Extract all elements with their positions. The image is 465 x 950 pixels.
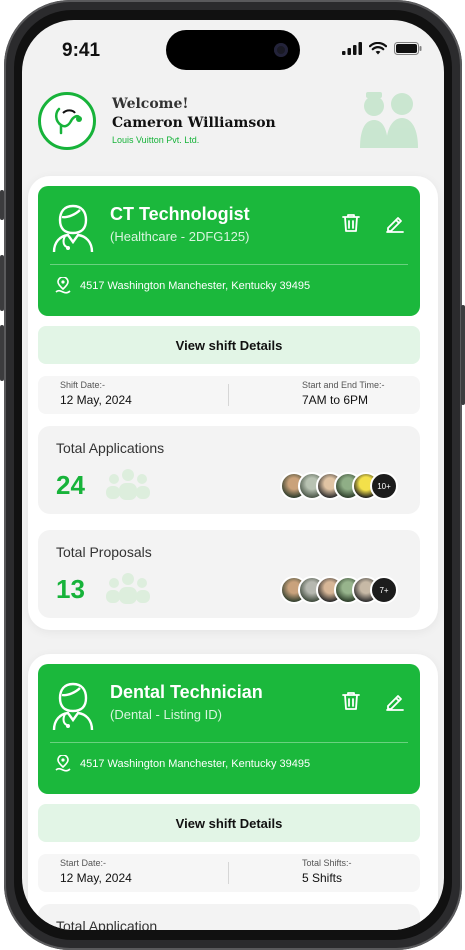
- dynamic-island: [166, 30, 300, 70]
- pencil-icon: [386, 695, 404, 711]
- start-date: Start Date:- 12 May, 2024: [60, 858, 132, 885]
- job-header[interactable]: CT Technologist (Healthcare - 2DFG125) 4…: [38, 186, 420, 316]
- job-title: CT Technologist: [110, 204, 250, 224]
- shift-time: Start and End Time:- 7AM to 6PM: [302, 380, 385, 407]
- job-title: Dental Technician: [110, 682, 263, 702]
- total-shifts: Total Shifts:- 5 Shifts: [302, 858, 352, 885]
- proposals-count: 13: [56, 574, 85, 604]
- shift-date-label: Shift Date:-: [60, 380, 106, 390]
- job-address: 4517 Washington Manchester, Kentucky 394…: [80, 280, 311, 292]
- user-name: Cameron Williamson: [112, 115, 276, 131]
- welcome-text: Welcome!: [112, 96, 189, 112]
- map-pin-icon: [55, 277, 71, 294]
- volume-down-button: [0, 325, 4, 381]
- delete-button[interactable]: [338, 688, 364, 714]
- nurse-avatar-icon: [52, 204, 94, 253]
- total-shifts-value: 5 Shifts: [302, 871, 343, 885]
- status-icons: [342, 42, 422, 55]
- more-proposals-badge: 7+: [370, 576, 398, 604]
- applications-count: 24: [56, 470, 85, 500]
- power-button: [461, 305, 465, 405]
- applications-box[interactable]: Total Applications 24 10+: [38, 426, 420, 514]
- proposals-label: Total Proposals: [56, 544, 152, 560]
- start-date-value: 12 May, 2024: [60, 871, 132, 885]
- trash-icon: [342, 692, 360, 710]
- divider: [50, 742, 408, 743]
- proposals-box[interactable]: Total Proposals 13 7+: [38, 530, 420, 618]
- job-header[interactable]: Dental Technician (Dental - Listing ID) …: [38, 664, 420, 794]
- divider: [228, 862, 229, 884]
- job-subtitle: (Healthcare - 2DFG125): [110, 229, 250, 244]
- people-group-icon: [106, 469, 150, 500]
- shift-time-value: 7AM to 6PM: [302, 393, 369, 407]
- delete-button[interactable]: [338, 210, 364, 236]
- view-shift-details-button[interactable]: View shift Details: [38, 804, 420, 842]
- total-shifts-label: Total Shifts:-: [302, 858, 352, 868]
- doctors-icon: [360, 92, 418, 148]
- proposal-avatars[interactable]: 7+: [280, 576, 398, 604]
- app-screen: 9:41 Welcome! Cameron Williamson Louis V…: [22, 20, 444, 930]
- applicant-avatars[interactable]: 10+: [280, 472, 398, 500]
- pencil-icon: [386, 217, 404, 233]
- shift-date-value: 12 May, 2024: [60, 393, 132, 407]
- job-address: 4517 Washington Manchester, Kentucky 394…: [80, 758, 311, 770]
- shift-time-label: Start and End Time:-: [302, 380, 385, 390]
- volume-up-button: [0, 255, 4, 311]
- status-time: 9:41: [62, 40, 101, 61]
- edit-button[interactable]: [382, 688, 408, 714]
- applications-label: Total Applications: [56, 440, 165, 456]
- divider: [228, 384, 229, 406]
- more-applicants-badge: 10+: [370, 472, 398, 500]
- job-card: Dental Technician (Dental - Listing ID) …: [28, 654, 438, 930]
- nurse-avatar-icon: [52, 682, 94, 731]
- stethoscope-logo-icon: [38, 92, 96, 150]
- shift-info-row: Start Date:- 12 May, 2024 Total Shifts:-…: [38, 854, 420, 892]
- job-card: CT Technologist (Healthcare - 2DFG125) 4…: [28, 176, 438, 630]
- camera-icon: [274, 43, 288, 57]
- app-header: Welcome! Cameron Williamson Louis Vuitto…: [22, 82, 444, 164]
- start-date-label: Start Date:-: [60, 858, 107, 868]
- edit-button[interactable]: [382, 210, 408, 236]
- shift-date: Shift Date:- 12 May, 2024: [60, 380, 132, 407]
- company-name: Louis Vuitton Pvt. Ltd.: [112, 135, 200, 145]
- battery-icon: [394, 42, 422, 55]
- divider: [50, 264, 408, 265]
- wifi-icon: [369, 42, 387, 55]
- applications-label: Total Application: [56, 918, 158, 930]
- silent-switch: [0, 190, 4, 220]
- view-shift-details-button[interactable]: View shift Details: [38, 326, 420, 364]
- trash-icon: [342, 214, 360, 232]
- applications-box[interactable]: Total Application: [38, 904, 420, 930]
- signal-icon: [342, 42, 362, 55]
- people-group-icon: [106, 573, 150, 604]
- shift-info-row: Shift Date:- 12 May, 2024 Start and End …: [38, 376, 420, 414]
- job-subtitle: (Dental - Listing ID): [110, 707, 222, 722]
- map-pin-icon: [55, 755, 71, 772]
